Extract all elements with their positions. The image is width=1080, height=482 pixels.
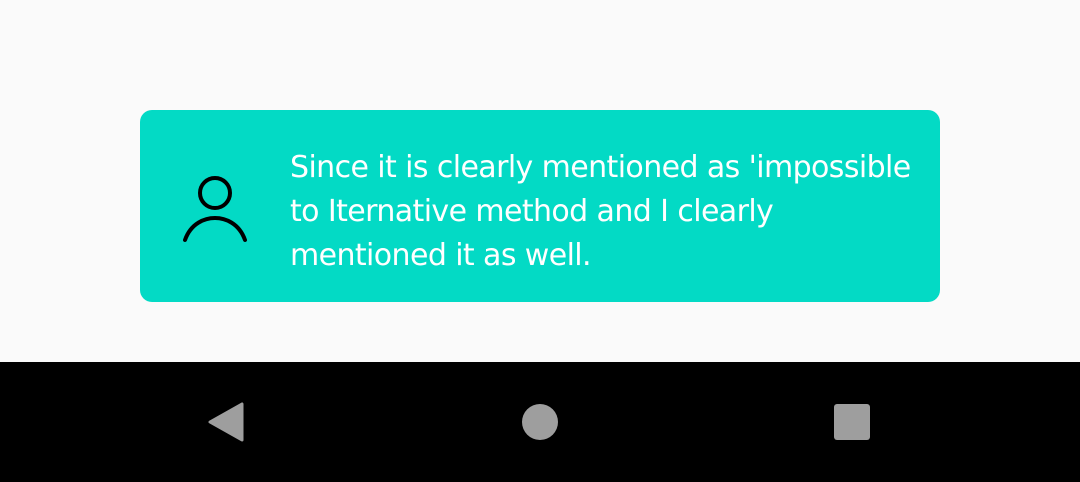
recents-button[interactable] <box>792 362 912 482</box>
back-button[interactable] <box>166 362 286 482</box>
message-text: Since it is clearly mentioned as 'imposs… <box>290 150 911 273</box>
back-triangle-icon <box>208 402 244 442</box>
home-circle-icon <box>522 404 558 440</box>
recents-square-icon <box>834 404 870 440</box>
home-button[interactable] <box>480 362 600 482</box>
navigation-bar <box>0 362 1080 482</box>
content-area: Since it is clearly mentioned as 'imposs… <box>0 0 1080 362</box>
person-outline-icon <box>183 176 247 242</box>
